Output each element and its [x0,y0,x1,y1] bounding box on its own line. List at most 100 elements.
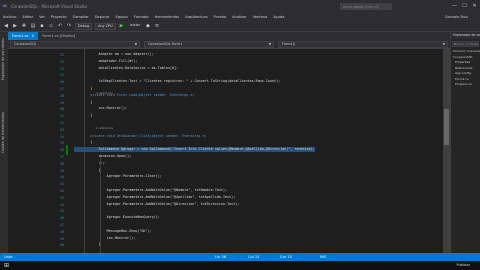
close-icon[interactable]: ✕ [470,2,479,11]
solution-explorer: Explorador de soluciones Buscar en Explo… [450,32,480,253]
menu-formato[interactable]: Formato [134,15,149,19]
solution-item[interactable]: Program.cs [451,82,480,88]
status-text: Listo [4,255,13,259]
configuration-select[interactable]: Debug [75,22,93,30]
tab-label: Form1.cs [12,34,29,38]
quick-launch-input[interactable]: Inicio rápido (Ctrl+Q) [340,3,392,10]
code-lens-references[interactable]: 1 referencia [96,126,113,130]
taskbar: ⊞ Publicar [0,261,480,270]
chevron-down-icon: ▼ [134,42,137,46]
code-line[interactable]: { [74,100,92,105]
line-number: 41 [60,182,64,187]
visual-studio-logo-icon: ∞ [2,2,8,10]
new-project-icon[interactable]: ✚ [21,23,27,29]
code-line[interactable]: conexion.Open(); [74,154,131,159]
redo-icon[interactable]: ↷ [66,23,72,29]
menu-herramientas[interactable]: Herramientas [155,15,179,19]
code-line[interactable]: private void btnGuardar_Click(object sen… [74,134,206,139]
menu-ver[interactable]: Ver [39,15,45,19]
undo-icon[interactable]: ↶ [57,23,63,29]
code-line[interactable]: Agregar.Parameters.AddWithValue("@Direcc… [74,202,240,207]
code-line[interactable]: cnx.Mostrar(); [74,106,127,111]
title-bar: ∞ ConexionSQL - Microsoft Visual Studio … [0,0,480,13]
menu-analizar[interactable]: Analizar [232,15,247,19]
save-icon[interactable]: ▪ [39,23,45,29]
windows-start-icon[interactable]: ⊞ [4,261,9,270]
line-number: 47 [60,223,64,227]
toolbox-tab[interactable]: Cuadro de herramientas [1,112,5,153]
status-ins: INS [320,255,327,259]
platform-select[interactable]: Any CPU [95,22,116,30]
menu-equipo[interactable]: Equipo [115,15,127,19]
menu-compilar[interactable]: Compilar [73,15,89,19]
close-tab-icon[interactable]: ✕ [31,34,34,38]
menu-editar[interactable]: Editar [22,15,33,19]
status-bar: Listo Lín 36 Col 15 Car 15 INS [0,253,480,261]
line-number: 30 [60,107,64,112]
line-number: 23 [60,59,64,64]
member-select[interactable]: Form1() ▼ [278,41,448,48]
project-select[interactable]: ConexionSQL ▼ [10,41,140,48]
menu-arquitectura[interactable]: Arquitectura [185,15,207,19]
code-editor[interactable]: 1 referencia 1 referencia 22 Adapter da … [8,49,443,253]
line-number: 27 [60,87,64,91]
status-col: Col 15 [248,255,260,259]
forward-icon[interactable]: ▶ [12,23,18,29]
menu-proyecto[interactable]: Proyecto [51,15,67,19]
comment-icon[interactable]: ≡ [154,23,160,29]
maximize-icon[interactable]: ☐ [460,2,469,11]
menu-archivo[interactable]: Archivo [3,15,16,19]
server-explorer-tab[interactable]: Explorador de servidores [1,38,5,80]
tab-form1-cs[interactable]: Form1.cs ✕ [8,32,39,40]
code-line[interactable]: Agregar.Parameters.AddWithValue("@Apelli… [74,195,236,200]
menu-bar: Archivo Editar Ver Proyecto Compilar Dep… [0,13,480,21]
window-title: ConexionSQL - Microsoft Visual Studio [11,4,87,9]
menu-depurar[interactable]: Depurar [95,15,110,19]
save-all-icon[interactable]: ▫ [48,23,54,29]
scrollbar-thumb[interactable] [444,109,449,145]
publish-button[interactable]: Publicar [456,261,470,270]
code-line[interactable]: { [74,140,92,145]
code-line[interactable]: } [74,86,92,91]
open-icon[interactable]: ▤ [30,23,36,29]
code-line[interactable]: lblRegClientes.Text = "Clientes registro… [74,79,280,84]
solution-search-input[interactable]: Buscar en Explorador [452,41,479,47]
start-icon[interactable]: ▶ [119,23,125,29]
line-number: 46 [60,216,64,221]
line-number: 29 [60,100,64,105]
code-line[interactable]: MessageBox.Show("OK"); [74,229,152,234]
back-icon[interactable]: ◀ [3,23,9,29]
code-line[interactable]: Agregar.Parameters.Clear(); [74,174,162,179]
solution-item[interactable]: Solución 'ConexionSQL' [451,49,480,55]
code-line[interactable]: SqlCommand Agregar = new SqlCommand("Ins… [74,147,315,153]
line-number: 44 [60,202,64,207]
user-name[interactable]: Gonzalo Ruiz [445,15,468,19]
class-select[interactable]: ConexionSQL.Form1 ▼ [144,41,274,48]
vertical-scrollbar[interactable] [443,49,450,253]
code-line[interactable]: } [74,113,92,118]
line-number: 25 [60,73,64,78]
menu-ayuda[interactable]: Ayuda [273,15,284,19]
code-line[interactable]: Agregar.Parameters.AddWithValue("@Nombre… [74,188,227,193]
start-button[interactable]: Iniciar [128,23,142,30]
left-tool-strip: Explorador de servidores Cuadro de herra… [0,32,8,253]
code-line[interactable]: cnx.Mostrar(); [74,236,136,241]
code-line[interactable]: { [74,168,100,173]
line-number: 26 [60,80,64,85]
menu-ventana[interactable]: Ventana [253,15,268,19]
line-number: 42 [60,189,64,193]
menu-prueba[interactable]: Prueba [214,15,227,19]
minimize-icon[interactable]: — [450,2,459,11]
code-line[interactable]: } [74,242,100,247]
tab-label: Form1.cs [Diseño] [42,34,75,38]
bookmark-icon[interactable]: ◆ [145,23,151,29]
code-line[interactable]: try [74,161,104,166]
code-line[interactable]: adaptador.Fill(dt); [74,59,137,64]
code-line[interactable]: Agregar.ExecuteNonQuery(); [74,215,160,220]
code-line[interactable]: dataClientes.DataSource = ds.Tables[0]; [74,66,178,71]
code-line[interactable]: private void Form1_Load(object sender, E… [74,93,194,98]
status-line: Lín 36 [215,255,226,259]
navigation-bar: ConexionSQL ▼ ConexionSQL.Form1 ▼ Form1() ▼ [8,40,450,49]
tab-form1-design[interactable]: Form1.cs [Diseño] [38,32,79,40]
code-line[interactable]: Adapter da = new Adapter(); [74,52,153,57]
